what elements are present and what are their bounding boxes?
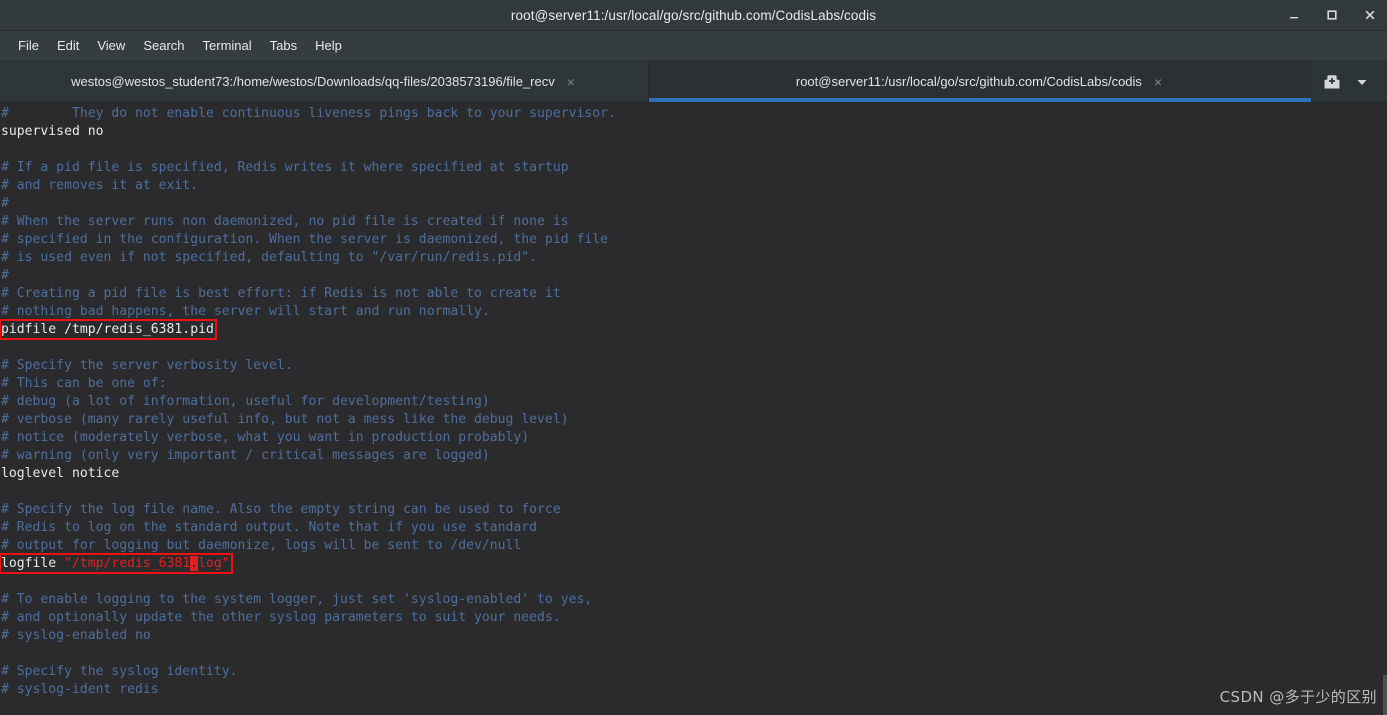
minimize-icon[interactable] — [1285, 6, 1303, 24]
terminal-line: # When the server runs non daemonized, n… — [1, 213, 1387, 231]
tab-codis[interactable]: root@server11:/usr/local/go/src/github.c… — [649, 61, 1311, 102]
tab-close-icon[interactable]: × — [1152, 75, 1164, 89]
comment-text: # — [1, 268, 9, 283]
terminal-output[interactable]: # They do not enable continuous liveness… — [0, 103, 1387, 715]
annotation-highlight-box: pidfile /tmp/redis_6381.pid — [0, 319, 217, 340]
terminal-line: # — [1, 195, 1387, 213]
config-directive: pidfile /tmp/redis_6381.pid — [1, 322, 214, 337]
comment-text: # is used even if not specified, default… — [1, 250, 538, 265]
comment-text: # Redis to log on the standard output. N… — [1, 520, 538, 535]
annotation-highlight-box: logfile "/tmp/redis_6381.log" — [0, 553, 233, 574]
comment-text: # specified in the configuration. When t… — [1, 232, 608, 247]
terminal-line: # syslog-ident redis — [1, 681, 1387, 699]
menu-item-tabs[interactable]: Tabs — [261, 35, 306, 56]
menu-item-view[interactable]: View — [88, 35, 134, 56]
terminal-line: # Specify the syslog identity. — [1, 663, 1387, 681]
comment-text: # output for logging but daemonize, logs… — [1, 538, 522, 553]
window-title: root@server11:/usr/local/go/src/github.c… — [510, 7, 877, 23]
new-tab-icon[interactable] — [1319, 69, 1345, 95]
comment-text: # Specify the server verbosity level. — [1, 358, 293, 373]
comment-text: # Specify the log file name. Also the em… — [1, 502, 561, 517]
terminal-line: # nothing bad happens, the server will s… — [1, 303, 1387, 321]
terminal-text: log" — [198, 556, 230, 571]
comment-text: # warning (only very important / critica… — [1, 448, 490, 463]
terminal-line: # They do not enable continuous liveness… — [1, 105, 1387, 123]
csdn-watermark: CSDN @多于少的区别 — [1219, 688, 1377, 706]
terminal-line: # Redis to log on the standard output. N… — [1, 519, 1387, 537]
comment-text: # syslog-ident redis — [1, 682, 159, 697]
terminal-line: # and removes it at exit. — [1, 177, 1387, 195]
comment-text: # verbose (many rarely useful info, but … — [1, 412, 569, 427]
terminal-line: pidfile /tmp/redis_6381.pid — [0, 319, 1387, 340]
terminal-line: supervised no — [1, 123, 1387, 141]
menu-item-edit[interactable]: Edit — [48, 35, 88, 56]
comment-text: # Creating a pid file is best effort: if… — [1, 286, 561, 301]
terminal-line: # verbose (many rarely useful info, but … — [1, 411, 1387, 429]
tabbar-actions — [1311, 61, 1387, 102]
terminal-line: logfile "/tmp/redis_6381.log" — [0, 553, 1387, 574]
terminal-line: # Specify the log file name. Also the em… — [1, 501, 1387, 519]
menubar: File Edit View Search Terminal Tabs Help — [0, 31, 1387, 61]
comment-text: # and optionally update the other syslog… — [1, 610, 561, 625]
comment-text: # Specify the syslog identity. — [1, 664, 238, 679]
comment-text: # This can be one of: — [1, 376, 167, 391]
terminal-line: # and optionally update the other syslog… — [1, 609, 1387, 627]
terminal-line: # output for logging but daemonize, logs… — [1, 537, 1387, 555]
comment-text: # debug (a lot of information, useful fo… — [1, 394, 490, 409]
terminal-line: # notice (moderately verbose, what you w… — [1, 429, 1387, 447]
comment-text: # When the server runs non daemonized, n… — [1, 214, 569, 229]
terminal-line: # This can be one of: — [1, 375, 1387, 393]
menu-item-help[interactable]: Help — [306, 35, 351, 56]
tab-label: westos@westos_student73:/home/westos/Dow… — [71, 74, 555, 89]
terminal-line: # If a pid file is specified, Redis writ… — [1, 159, 1387, 177]
terminal-line: # warning (only very important / critica… — [1, 447, 1387, 465]
terminal-lines: # They do not enable continuous liveness… — [0, 105, 1387, 699]
terminal-line: # — [1, 267, 1387, 285]
terminal-line: # is used even if not specified, default… — [1, 249, 1387, 267]
menu-item-terminal[interactable]: Terminal — [194, 35, 261, 56]
comment-text: # and removes it at exit. — [1, 178, 199, 193]
window-titlebar: root@server11:/usr/local/go/src/github.c… — [0, 0, 1387, 31]
comment-text: # To enable logging to the system logger… — [1, 592, 593, 607]
terminal-line: # To enable logging to the system logger… — [1, 591, 1387, 609]
comment-text: # They do not enable continuous liveness… — [1, 106, 616, 121]
close-icon[interactable] — [1361, 6, 1379, 24]
terminal-line: # syslog-enabled no — [1, 627, 1387, 645]
terminal-line: # specified in the configuration. When t… — [1, 231, 1387, 249]
tab-close-icon[interactable]: × — [565, 75, 577, 89]
comment-text: # syslog-enabled no — [1, 628, 151, 643]
chevron-down-icon[interactable] — [1349, 69, 1375, 95]
config-directive: loglevel notice — [1, 466, 120, 481]
maximize-icon[interactable] — [1323, 6, 1341, 24]
tab-file-recv[interactable]: westos@westos_student73:/home/westos/Dow… — [0, 61, 649, 102]
menu-item-file[interactable]: File — [9, 35, 48, 56]
tabbar: westos@westos_student73:/home/westos/Dow… — [0, 61, 1387, 103]
terminal-line: loglevel notice — [1, 465, 1387, 483]
comment-text: # — [1, 196, 9, 211]
comment-text: # nothing bad happens, the server will s… — [1, 304, 490, 319]
terminal-text: logfile — [1, 556, 65, 571]
config-directive: supervised no — [1, 124, 104, 139]
window-controls — [1285, 6, 1379, 24]
terminal-line: # Specify the server verbosity level. — [1, 357, 1387, 375]
tab-label: root@server11:/usr/local/go/src/github.c… — [795, 74, 1142, 89]
comment-text: # If a pid file is specified, Redis writ… — [1, 160, 569, 175]
scrollbar-thumb[interactable] — [1383, 675, 1387, 715]
text-cursor: . — [190, 556, 199, 571]
comment-text: # notice (moderately verbose, what you w… — [1, 430, 530, 445]
terminal-line: # debug (a lot of information, useful fo… — [1, 393, 1387, 411]
terminal-text: "/tmp/redis_6381 — [64, 556, 191, 571]
menu-item-search[interactable]: Search — [134, 35, 193, 56]
terminal-line: # Creating a pid file is best effort: if… — [1, 285, 1387, 303]
